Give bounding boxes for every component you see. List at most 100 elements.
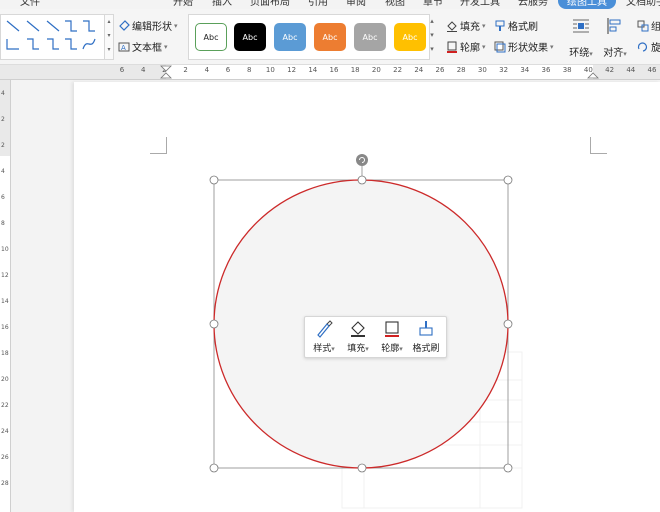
outline-icon xyxy=(385,321,399,337)
style-swatch-white[interactable]: Abc xyxy=(195,23,227,51)
text-box-button[interactable]: A 文本框 ▾ xyxy=(118,39,168,54)
menu-page-layout[interactable]: 页面布局 xyxy=(250,0,290,8)
indent-marker-icon[interactable] xyxy=(160,65,172,79)
right-indent-marker-icon[interactable] xyxy=(587,65,599,79)
outline-label: 轮廓 xyxy=(460,43,480,54)
ruler-tick-label: 34 xyxy=(520,66,530,74)
chevron-down-icon: ▾ xyxy=(174,21,178,30)
paint-bucket-icon xyxy=(351,321,365,337)
chevron-down-icon: ▾ xyxy=(482,42,486,51)
margin-corner-top-left xyxy=(150,137,167,154)
connector-shapes-icon xyxy=(6,20,96,50)
float-style-label: 样式 xyxy=(313,344,332,354)
format-painter-label: 格式刷 xyxy=(508,22,538,33)
brush-icon xyxy=(317,320,333,338)
svg-text:A: A xyxy=(121,44,126,52)
ruler-tick-label: 22 xyxy=(393,66,403,74)
ruler-tick-label: 24 xyxy=(414,66,424,74)
style-swatch-gray[interactable]: Abc xyxy=(354,23,386,51)
float-outline-button[interactable]: 轮廓▾ xyxy=(375,320,409,354)
ruler-tick-label: 32 xyxy=(499,66,509,74)
margin-corner-top-right xyxy=(590,137,607,154)
rotate-button[interactable]: 旋 xyxy=(637,39,660,54)
float-format-painter-button[interactable]: 格式刷 xyxy=(409,320,443,354)
menu-review[interactable]: 审阅 xyxy=(346,0,366,8)
float-style-button[interactable]: 样式▾ xyxy=(307,320,341,354)
horizontal-ruler[interactable]: 6 4 2 2 4 6 8 10 12 14 16 18 20 22 24 26 28 30 32 34 36 38 40 4… xyxy=(0,65,660,80)
text-wrap-icon xyxy=(573,19,589,33)
rotate-handle-icon[interactable] xyxy=(356,154,368,166)
rotate-icon xyxy=(637,41,648,52)
menu-view[interactable]: 视图 xyxy=(385,0,405,8)
vruler-tick-label: 8 xyxy=(1,220,5,227)
float-outline-label: 轮廓 xyxy=(381,344,400,354)
ruler-tick-label: 46 xyxy=(647,66,657,74)
ruler-tick-label: 36 xyxy=(541,66,551,74)
format-painter-button[interactable]: 格式刷 xyxy=(494,18,538,33)
ruler-tick-label: 18 xyxy=(350,66,360,74)
vruler-tick-label: 24 xyxy=(1,428,9,435)
shape-effect-button[interactable]: 形状效果 ▾ xyxy=(494,39,554,54)
menu-references[interactable]: 引用 xyxy=(308,0,328,8)
float-painter-label: 格式刷 xyxy=(412,344,440,354)
paint-bucket-icon xyxy=(447,20,457,32)
menu-file[interactable]: 文件 xyxy=(20,0,40,8)
outline-icon xyxy=(447,41,457,53)
text-box-icon: A xyxy=(118,42,130,52)
wrap-button[interactable]: 环绕▾ xyxy=(566,17,596,59)
ruler-tick-label: 6 xyxy=(119,66,125,74)
align-icon xyxy=(607,18,621,34)
ruler-tick-label: 12 xyxy=(287,66,297,74)
style-swatch-gold[interactable]: Abc xyxy=(394,23,426,51)
edit-shape-icon xyxy=(119,19,130,31)
style-swatch-black[interactable]: Abc xyxy=(234,23,266,51)
ruler-tick-label: 16 xyxy=(329,66,339,74)
vruler-tick-label: 14 xyxy=(1,298,9,305)
vruler-tick-label: 2 xyxy=(1,142,5,149)
vertical-ruler[interactable]: 4 2 2 4 6 8 10 12 14 16 18 20 22 24 26 28 xyxy=(0,80,11,512)
ruler-tick-label: 6 xyxy=(225,66,231,74)
text-box-label: 文本框 xyxy=(132,43,162,54)
ruler-tick-label: 42 xyxy=(605,66,615,74)
menu-developer[interactable]: 开发工具 xyxy=(460,0,500,8)
edit-shape-button[interactable]: 编辑形状 ▾ xyxy=(118,18,178,33)
menu-doc-assistant[interactable]: 文档助手 xyxy=(626,0,660,8)
vruler-tick-label: 4 xyxy=(1,90,5,97)
ribbon: ▴ ▾ ▾ 编辑形状 ▾ A 文本框 ▾ Abc Abc Abc Abc Abc A… xyxy=(0,9,660,65)
float-fill-button[interactable]: 填充▾ xyxy=(341,320,375,354)
float-fill-label: 填充 xyxy=(347,344,366,354)
vruler-tick-label: 2 xyxy=(1,116,5,123)
menu-home[interactable]: 开始 xyxy=(173,0,193,8)
ruler-tick-label: 30 xyxy=(477,66,487,74)
align-button[interactable]: 对齐▾ xyxy=(600,17,630,59)
style-swatch-orange[interactable]: Abc xyxy=(314,23,346,51)
connector-gallery[interactable] xyxy=(0,14,106,60)
chevron-down-icon: ▾ xyxy=(482,21,486,30)
style-gallery-scroll[interactable]: ▴ ▾ ▾ xyxy=(428,14,436,58)
group-icon xyxy=(637,20,649,31)
outline-button[interactable]: 轮廓 ▾ xyxy=(446,39,486,54)
chevron-down-icon: ▾ xyxy=(164,42,168,51)
format-painter-icon xyxy=(419,321,433,336)
menu-insert[interactable]: 插入 xyxy=(212,0,232,8)
menu-section[interactable]: 章节 xyxy=(423,0,443,8)
connector-gallery-scroll[interactable]: ▴ ▾ ▾ xyxy=(104,14,114,60)
ruler-tick-label: 28 xyxy=(456,66,466,74)
vruler-tick-label: 10 xyxy=(1,246,9,253)
vruler-tick-label: 20 xyxy=(1,376,9,383)
floating-toolbar: 样式▾ 填充▾ 轮廓▾ 格式刷 xyxy=(304,316,447,358)
ruler-tick-label: 2 xyxy=(183,66,188,74)
menu-bar: 文件 开始 插入 页面布局 引用 审阅 视图 章节 开发工具 云服务 绘图工具 … xyxy=(0,0,660,9)
group-button[interactable]: 组 xyxy=(637,18,660,33)
rotate-label: 旋 xyxy=(651,43,660,54)
ruler-tick-label: 10 xyxy=(265,66,275,74)
fill-button[interactable]: 填充 ▾ xyxy=(446,18,486,33)
format-painter-icon xyxy=(495,20,505,31)
selected-shape[interactable] xyxy=(200,150,530,480)
menu-drawing-tools[interactable]: 绘图工具 xyxy=(558,0,616,9)
menu-cloud[interactable]: 云服务 xyxy=(518,0,548,8)
vruler-tick-label: 18 xyxy=(1,350,9,357)
vruler-tick-label: 4 xyxy=(1,168,5,175)
style-swatch-blue[interactable]: Abc xyxy=(274,23,306,51)
shape-effect-label: 形状效果 xyxy=(508,43,548,54)
